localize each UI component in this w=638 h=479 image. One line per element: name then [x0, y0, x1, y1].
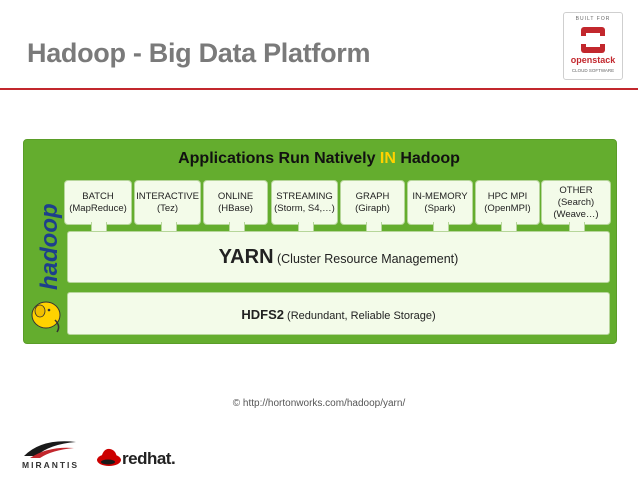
diagram-title-suffix: Hadoop	[395, 150, 460, 167]
app-box-line1: HPC MPI	[487, 190, 528, 202]
openstack-logo-icon	[581, 27, 605, 53]
app-box-streaming: STREAMING (Storm, S4,…)	[271, 180, 338, 234]
app-box-line1: IN-MEMORY	[412, 190, 468, 202]
source-credit: © http://hortonworks.com/hadoop/yarn/	[232, 398, 406, 409]
app-box-hpc-mpi: HPC MPI (OpenMPI)	[475, 180, 540, 234]
app-box-line2: (Giraph)	[355, 202, 390, 214]
app-box-line2: (Search)	[557, 196, 595, 208]
app-box-line1: OTHER	[559, 184, 593, 196]
yarn-layer: YARN (Cluster Resource Management)	[67, 231, 610, 283]
diagram-title-prefix: Applications Run Natively	[178, 150, 380, 167]
app-box-line3: (Weave…)	[553, 208, 599, 220]
hdfs-layer: HDFS2 (Redundant, Reliable Storage)	[67, 292, 610, 335]
app-box-line2: (MapReduce)	[69, 202, 127, 214]
app-box-line2: (HBase)	[218, 202, 253, 214]
badge-name: openstack	[570, 55, 616, 65]
app-box-interactive: INTERACTIVE (Tez)	[134, 180, 201, 234]
app-box-other: OTHER (Search) (Weave…)	[541, 180, 611, 234]
hdfs-description: (Redundant, Reliable Storage)	[283, 310, 436, 322]
redhat-logo-icon	[97, 448, 121, 466]
app-box-online: ONLINE (HBase)	[203, 180, 268, 234]
app-box-graph: GRAPH (Giraph)	[340, 180, 405, 234]
hadoop-elephant-icon: hadoop	[31, 203, 63, 333]
app-box-line2: (Tez)	[156, 202, 179, 214]
app-box-line2: (Spark)	[424, 202, 456, 214]
badge-built-for: BUILT FOR	[575, 16, 611, 22]
app-box-batch: BATCH (MapReduce)	[64, 180, 132, 234]
app-box-line1: ONLINE	[217, 190, 254, 202]
hdfs-name: HDFS2	[241, 307, 284, 322]
app-box-line2: (Storm, S4,…)	[274, 202, 335, 214]
openstack-badge: BUILT FOR openstack CLOUD SOFTWARE	[563, 12, 623, 80]
redhat-label: redhat.	[122, 449, 176, 468]
app-box-line1: BATCH	[82, 190, 114, 202]
slide-title: Hadoop - Big Data Platform	[27, 38, 371, 68]
app-box-line1: GRAPH	[355, 190, 390, 202]
app-box-in-memory: IN-MEMORY (Spark)	[407, 180, 473, 234]
diagram-title: Applications Run Natively IN Hadoop	[23, 150, 615, 168]
yarn-name: YARN	[218, 246, 274, 268]
badge-subtitle: CLOUD SOFTWARE	[571, 68, 615, 73]
app-box-line2: (OpenMPI)	[484, 202, 531, 214]
title-divider	[0, 88, 638, 90]
app-box-line1: STREAMING	[276, 190, 333, 202]
mirantis-logo-icon	[24, 441, 76, 458]
diagram-title-highlight: IN	[379, 150, 396, 167]
mirantis-label: MIRANTIS	[22, 460, 80, 470]
app-box-line1: INTERACTIVE	[136, 190, 199, 202]
yarn-description: (Cluster Resource Management)	[273, 252, 459, 266]
hadoop-logo-text: hadoop	[36, 203, 63, 290]
